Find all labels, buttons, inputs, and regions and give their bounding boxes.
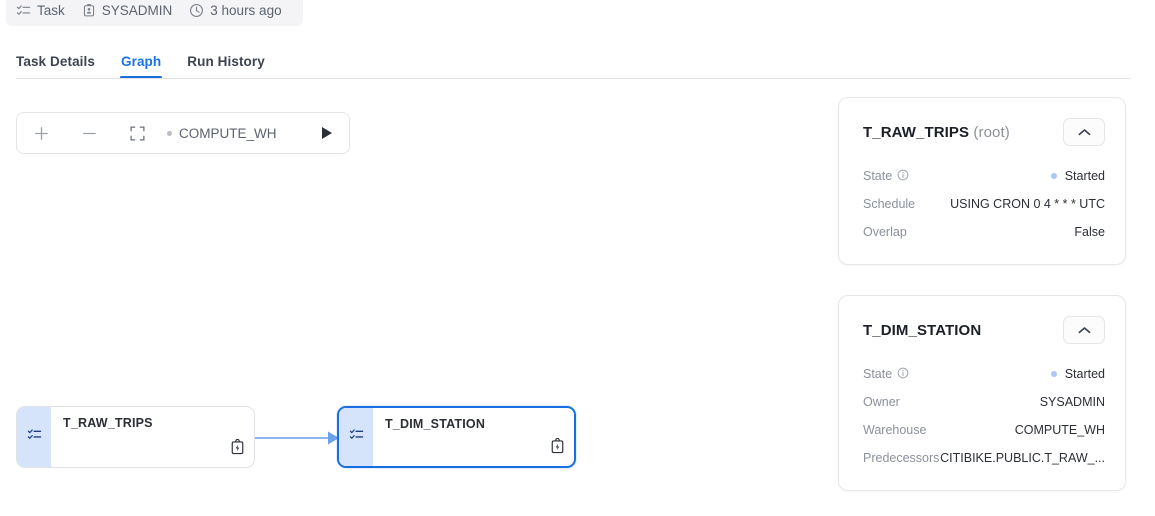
panel-rows: State Started Schedule USING CRON 0 4 * … — [839, 146, 1125, 264]
row-value: Started — [1050, 367, 1105, 381]
clock-icon — [189, 3, 204, 18]
tab-bar: Task Details Graph Run History — [16, 48, 265, 79]
row-label: State — [863, 169, 909, 184]
task-icon — [27, 427, 42, 447]
row-value: COMPUTE_WH — [1015, 423, 1105, 437]
object-meta-chip: Task SYSADMIN 3 hours ago — [6, 0, 303, 26]
row-label-text: State — [863, 169, 893, 183]
row-label-text: Warehouse — [863, 423, 927, 437]
meta-label-updated: 3 hours ago — [210, 2, 282, 18]
row-value-text: SYSADMIN — [1039, 395, 1105, 409]
info-icon[interactable] — [897, 169, 909, 184]
panel-title-text: T_RAW_TRIPS — [863, 123, 970, 141]
detail-row-state: State Started — [863, 360, 1105, 388]
row-value-text: Started — [1064, 169, 1105, 183]
tab-task-details[interactable]: Task Details — [16, 54, 95, 79]
graph-node-t-raw-trips[interactable]: T_RAW_TRIPS — [16, 406, 255, 468]
detail-row-state: State Started — [863, 162, 1105, 190]
row-label: Warehouse — [863, 423, 926, 437]
row-value: CITIBIKE.PUBLIC.T_RAW_... — [940, 451, 1105, 465]
row-label-text: Owner — [863, 395, 900, 409]
row-label: Owner — [863, 395, 900, 409]
row-label: Predecessors — [863, 451, 939, 465]
detail-row-predecessors: Predecessors CITIBIKE.PUBLIC.T_RAW_... — [863, 444, 1105, 472]
row-value-text: USING CRON 0 4 * * * UTC — [950, 197, 1105, 211]
panel-title-suffix: (root) — [973, 123, 1010, 141]
row-value-text: Started — [1064, 367, 1105, 381]
node-body: T_RAW_TRIPS — [51, 407, 254, 467]
collapse-panel-button[interactable] — [1063, 118, 1105, 146]
meta-label-task: Task — [37, 2, 65, 18]
row-label: State — [863, 367, 909, 382]
graph-canvas[interactable]: T_RAW_TRIPS T_DIM_STATION — [0, 90, 820, 516]
row-value-text: COMPUTE_WH — [1014, 423, 1105, 437]
panel-header: T_DIM_STATION — [839, 296, 1125, 344]
task-icon — [16, 3, 31, 18]
row-value-text: CITIBIKE.PUBLIC.T_RAW_... — [940, 451, 1105, 465]
node-title: T_RAW_TRIPS — [63, 416, 153, 430]
meta-item-task: Task — [16, 3, 74, 18]
task-icon — [349, 427, 364, 447]
tab-divider — [16, 78, 1130, 79]
panel-header: T_RAW_TRIPS (root) — [839, 98, 1125, 146]
collapse-panel-button[interactable] — [1063, 316, 1105, 344]
node-type-strip — [17, 407, 51, 467]
detail-row-warehouse: Warehouse COMPUTE_WH — [863, 416, 1105, 444]
details-panel-t-raw-trips: T_RAW_TRIPS (root) State Started Schedul… — [838, 97, 1126, 265]
row-value: USING CRON 0 4 * * * UTC — [950, 197, 1105, 211]
badge-icon — [82, 3, 96, 18]
node-type-strip — [339, 408, 373, 466]
panel-title: T_RAW_TRIPS (root) — [863, 124, 1010, 141]
status-dot — [1050, 173, 1057, 179]
row-label: Overlap — [863, 225, 907, 239]
row-value-text: False — [1074, 225, 1105, 239]
row-label-text: State — [863, 367, 893, 381]
meta-item-owner: SYSADMIN — [74, 3, 182, 18]
panel-title-text: T_DIM_STATION — [863, 321, 982, 339]
status-dot — [1050, 371, 1057, 377]
node-title: T_DIM_STATION — [385, 417, 486, 431]
graph-node-t-dim-station[interactable]: T_DIM_STATION — [337, 406, 576, 468]
row-value: False — [1074, 225, 1105, 239]
panel-title: T_DIM_STATION — [863, 322, 981, 339]
task-graph-page: Task SYSADMIN 3 hours ago Task Details G… — [0, 0, 1155, 516]
tab-graph[interactable]: Graph — [119, 54, 163, 79]
panel-rows: State Started Owner SYSADMIN Warehouse C… — [839, 344, 1125, 490]
row-label: Schedule — [863, 197, 915, 211]
row-label-text: Schedule — [863, 197, 916, 211]
info-icon[interactable] — [897, 367, 909, 382]
detail-row-overlap: Overlap False — [863, 218, 1105, 246]
detail-row-schedule: Schedule USING CRON 0 4 * * * UTC — [863, 190, 1105, 218]
row-value: Started — [1050, 169, 1105, 183]
meta-item-updated: 3 hours ago — [181, 3, 290, 18]
details-panel-t-dim-station: T_DIM_STATION State Started Owner SYSADM… — [838, 295, 1126, 491]
row-label-text: Predecessors — [863, 451, 940, 465]
tab-run-history[interactable]: Run History — [187, 54, 265, 79]
meta-label-owner: SYSADMIN — [101, 2, 173, 18]
row-label-text: Overlap — [863, 225, 907, 239]
detail-row-owner: Owner SYSADMIN — [863, 388, 1105, 416]
node-body: T_DIM_STATION — [373, 408, 574, 466]
row-value: SYSADMIN — [1040, 395, 1105, 409]
task-run-icon[interactable] — [230, 438, 245, 460]
edge-raw-trips-to-dim-station — [254, 431, 339, 445]
task-run-icon[interactable] — [550, 437, 565, 459]
